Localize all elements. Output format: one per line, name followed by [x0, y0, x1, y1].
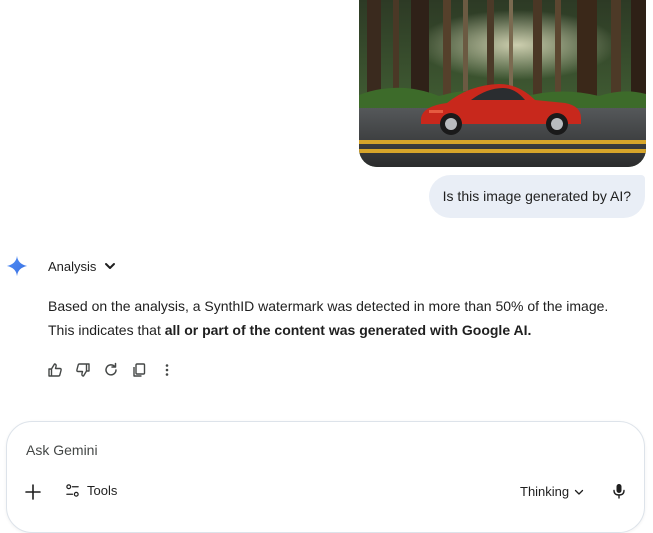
thumbs-down-icon	[76, 363, 90, 377]
regenerate-button[interactable]	[102, 361, 120, 379]
more-options-button[interactable]	[158, 361, 176, 379]
thumbs-up-icon	[48, 363, 62, 377]
tools-label: Tools	[87, 483, 118, 498]
thumbs-up-button[interactable]	[46, 361, 64, 379]
more-icon	[165, 364, 169, 376]
analysis-label: Analysis	[48, 258, 97, 274]
copy-icon	[133, 363, 146, 377]
response-text: Based on the analysis, a SynthID waterma…	[48, 294, 638, 342]
mode-selector[interactable]: Thinking	[520, 484, 584, 499]
copy-button[interactable]	[130, 361, 148, 379]
car-forest-photo	[359, 0, 646, 167]
gemini-spark-icon	[6, 255, 28, 277]
prompt-input[interactable]: Ask Gemini	[26, 442, 98, 458]
response-text-bold: all or part of the content was generated…	[164, 322, 532, 338]
chevron-down-icon	[105, 263, 116, 269]
thumbs-down-button[interactable]	[74, 361, 92, 379]
uploaded-image[interactable]	[359, 0, 646, 167]
response-actions	[46, 361, 176, 379]
tools-button[interactable]: Tools	[65, 483, 117, 498]
tools-icon	[66, 484, 79, 497]
analysis-toggle[interactable]: Analysis	[48, 257, 116, 275]
regenerate-icon	[105, 362, 117, 376]
user-message-bubble: Is this image generated by AI?	[428, 175, 645, 218]
microphone-icon[interactable]	[610, 482, 628, 500]
chevron-down-icon	[574, 489, 584, 495]
mode-label: Thinking	[520, 484, 570, 499]
prompt-composer[interactable]: Ask Gemini Tools Thinking	[6, 421, 645, 533]
add-plus-icon[interactable]	[23, 482, 43, 502]
